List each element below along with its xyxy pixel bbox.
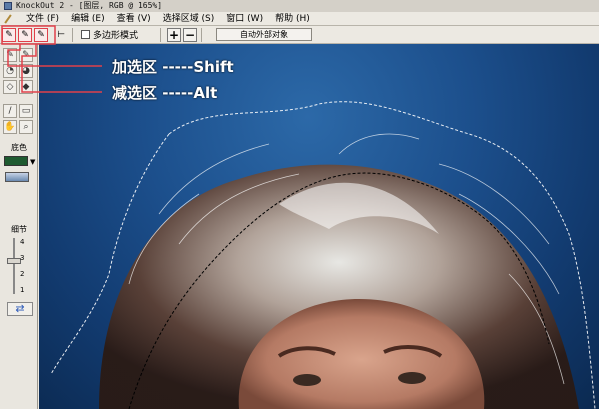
- bg-color-label: 底色: [11, 143, 27, 152]
- detail-slider-thumb[interactable]: [7, 258, 21, 264]
- detail-tick-1: 1: [20, 286, 25, 294]
- eraser-tool-icon[interactable]: ▭: [19, 104, 33, 118]
- inner-lasso-tool-icon[interactable]: ◔: [3, 64, 17, 78]
- app-icon: [4, 2, 12, 10]
- subtract-selection-hint: 减选区 -----Alt: [112, 84, 218, 102]
- inside-object-brush-icon[interactable]: ✎: [2, 27, 16, 42]
- minus-button[interactable]: −: [183, 27, 198, 42]
- right-eye: [398, 372, 426, 384]
- detail-slider-track[interactable]: [13, 238, 15, 294]
- detail-tick-2: 2: [20, 270, 25, 278]
- menu-help[interactable]: 帮助 (H): [269, 12, 316, 26]
- window-title: KnockOut 2 - [图层, RGB @ 165%]: [16, 1, 163, 10]
- polygon-mode-checkbox[interactable]: [81, 30, 90, 39]
- outer-lasso-tool-icon[interactable]: ◕: [19, 64, 33, 78]
- inner-object-tool-icon[interactable]: ✎: [3, 48, 17, 62]
- inner-polygon-tool-icon[interactable]: ◇: [3, 80, 17, 94]
- outer-object-tool-icon[interactable]: ✎: [19, 48, 33, 62]
- menu-edit[interactable]: 编辑 (E): [65, 12, 111, 26]
- transfer-icon[interactable]: ⊢: [54, 28, 68, 42]
- chevron-down-icon[interactable]: ▼: [30, 158, 35, 166]
- left-eye: [293, 374, 321, 386]
- preview-thumbnail[interactable]: [5, 172, 29, 182]
- subtract-selection-brush-icon[interactable]: ✎: [34, 27, 48, 42]
- hand-tool-icon[interactable]: ✋: [3, 120, 17, 134]
- document-icon[interactable]: [4, 13, 18, 25]
- detail-tick-3: 3: [20, 254, 25, 262]
- polygon-mode-label: 多边形模式: [93, 31, 139, 41]
- plus-button[interactable]: +: [167, 27, 182, 42]
- toolbar: ✎ ✎ ✎ ⊢ 多边形模式 + − 自动外部对象: [0, 26, 599, 44]
- zoom-tool-icon[interactable]: ⌕: [19, 120, 33, 134]
- toolbar-divider: [201, 27, 203, 42]
- detail-label: 细节: [11, 225, 27, 234]
- menu-view[interactable]: 查看 (V): [111, 12, 157, 26]
- tool-panel: ✎ ✎ ◔ ◕ ◇ ◆ / ▭ ✋ ⌕ 底色 ▼ 细节 4 3 2 1 ⇄: [0, 44, 38, 409]
- add-selection-hint: 加选区 -----Shift: [112, 58, 234, 76]
- outer-polygon-tool-icon[interactable]: ◆: [19, 80, 33, 94]
- brush-tool-icon[interactable]: /: [3, 104, 17, 118]
- detail-control: 细节 4 3 2 1 ⇄: [2, 224, 36, 324]
- menu-select[interactable]: 选择区域 (S): [157, 12, 221, 26]
- menu-file[interactable]: 文件 (F): [20, 12, 65, 26]
- refresh-icon[interactable]: ⇄: [7, 302, 33, 316]
- toolbar-divider: [72, 27, 73, 42]
- menu-window[interactable]: 窗口 (W): [220, 12, 269, 26]
- auto-outer-object-button[interactable]: 自动外部对象: [216, 28, 313, 41]
- window-titlebar: KnockOut 2 - [图层, RGB @ 165%]: [0, 0, 599, 12]
- toolbar-divider: [160, 27, 162, 42]
- add-selection-brush-icon[interactable]: ✎: [18, 27, 32, 42]
- bg-color-swatch[interactable]: [4, 156, 28, 166]
- menubar: 文件 (F) 编辑 (E) 查看 (V) 选择区域 (S) 窗口 (W) 帮助 …: [0, 12, 599, 26]
- detail-tick-4: 4: [20, 238, 25, 246]
